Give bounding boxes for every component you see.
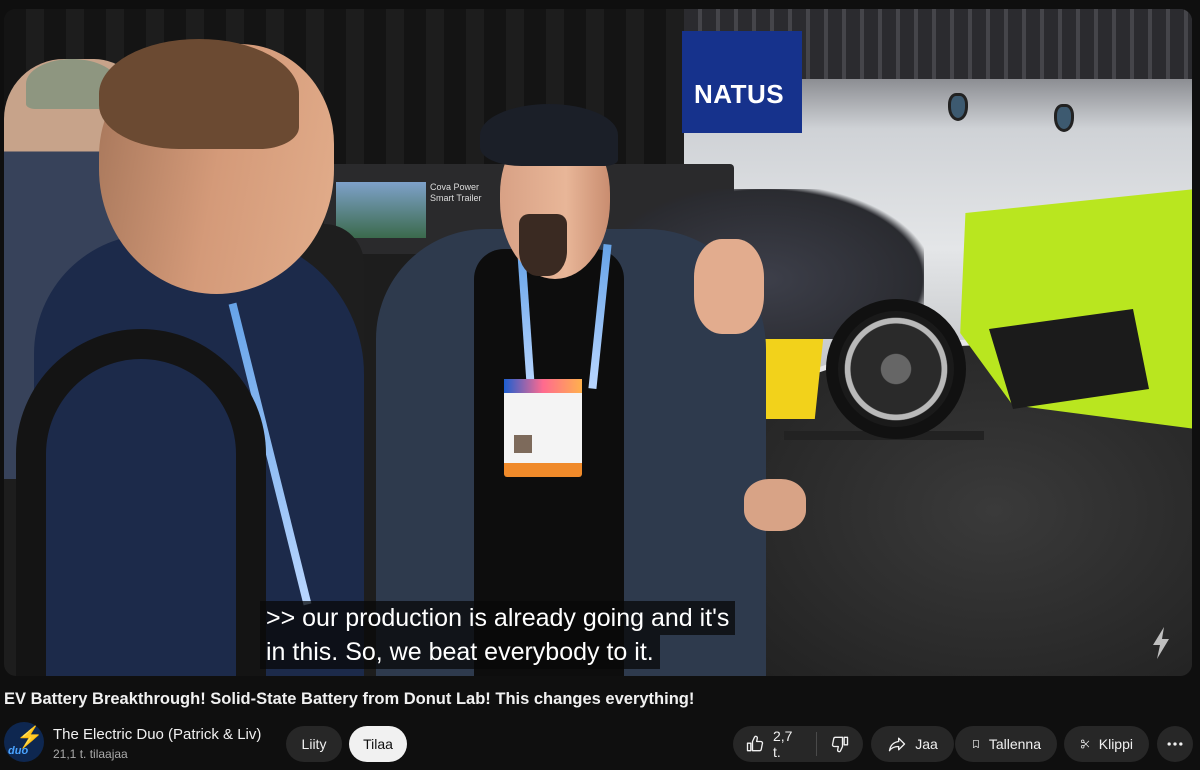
clip-button[interactable]: Klippi xyxy=(1064,726,1149,762)
motorcycle-mirror-left xyxy=(948,93,968,121)
share-arrow-icon xyxy=(889,737,906,752)
caption-line-2: in this. So, we beat everybody to it. xyxy=(260,635,660,669)
video-title: EV Battery Breakthrough! Solid-State Bat… xyxy=(4,690,695,708)
person-center-fist xyxy=(694,239,764,334)
thumb-up-icon xyxy=(746,735,764,752)
more-horizontal-icon xyxy=(1167,742,1183,746)
thumb-down-icon xyxy=(831,736,849,753)
person-hand xyxy=(744,479,806,531)
lightning-icon[interactable] xyxy=(1150,625,1172,661)
bookmark-icon xyxy=(973,739,979,749)
avatar-logo-text: duo xyxy=(8,745,29,757)
dislike-button[interactable] xyxy=(817,726,863,762)
clip-label: Klippi xyxy=(1098,736,1133,752)
booth-banner: NATUS xyxy=(682,31,802,133)
motorcycle-wheel xyxy=(826,299,966,439)
video-player[interactable]: NATUS Cova Power Smart Trailer >> our pr… xyxy=(4,9,1192,676)
motorcycle-mirror-right xyxy=(1054,104,1074,132)
more-actions-button[interactable] xyxy=(1157,726,1193,762)
backpack-strap xyxy=(16,329,266,676)
share-button[interactable]: Jaa xyxy=(871,726,954,762)
share-label: Jaa xyxy=(915,736,938,752)
like-count: 2,7 t. xyxy=(772,728,793,760)
scissors-icon xyxy=(1080,739,1090,749)
channel-avatar[interactable]: ⚡ duo xyxy=(4,722,44,762)
badge-photo xyxy=(514,435,532,453)
booth-sign: Cova Power Smart Trailer xyxy=(430,182,482,203)
subtitle-caption: >> our production is already going and i… xyxy=(260,601,736,669)
save-label: Tallenna xyxy=(988,736,1041,752)
like-button[interactable]: 2,7 t. xyxy=(733,726,816,762)
join-button[interactable]: Liity xyxy=(286,726,342,762)
person-center-beard xyxy=(519,214,567,276)
video-frame: NATUS Cova Power Smart Trailer xyxy=(4,9,1192,676)
person-left-hair xyxy=(99,39,299,149)
channel-name[interactable]: The Electric Duo (Patrick & Liv) xyxy=(53,726,261,743)
save-button[interactable]: Tallenna xyxy=(955,726,1057,762)
badge-stripe xyxy=(504,379,582,393)
caption-line-1: >> our production is already going and i… xyxy=(260,601,736,635)
booth-screen xyxy=(336,182,426,238)
subscribe-button[interactable]: Tilaa xyxy=(349,726,407,762)
subscriber-count: 21,1 t. tilaajaa xyxy=(53,747,128,761)
person-center-cap xyxy=(480,104,618,166)
like-dislike-group: 2,7 t. xyxy=(733,726,863,762)
conference-badge xyxy=(504,379,582,477)
